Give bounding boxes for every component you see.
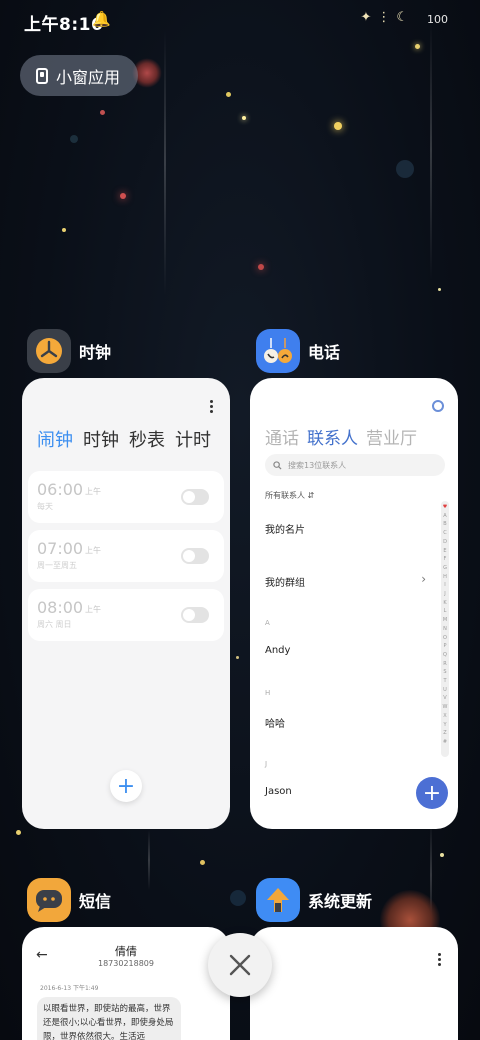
app-header-update[interactable]: 系统更新 bbox=[256, 878, 372, 922]
contact-filter-label: 所有联系人 bbox=[265, 491, 305, 500]
my-groups-item[interactable]: 我的群组 bbox=[265, 574, 305, 589]
app-name-phone: 电话 bbox=[308, 343, 341, 362]
alarm-toggle[interactable] bbox=[181, 548, 209, 564]
message-bubble[interactable]: 以眼看世界，即使站的最高，世界还是很小;以心看世界，即使身处局限，世界依然很大。… bbox=[37, 997, 181, 1040]
app-name-update: 系统更新 bbox=[308, 892, 373, 911]
favorites-heart-icon: ♥ bbox=[442, 504, 448, 510]
floating-window-button[interactable]: 小窗应用 bbox=[20, 55, 138, 96]
tab-service-hall[interactable]: 营业厅 bbox=[366, 424, 417, 449]
status-icons: ✦⋮☾ bbox=[360, 10, 414, 25]
search-placeholder: 搜索13位联系人 bbox=[288, 460, 347, 470]
contact-item[interactable]: 哈哈 bbox=[265, 715, 285, 730]
alarm-toggle[interactable] bbox=[181, 607, 209, 623]
contact-item[interactable]: Andy bbox=[265, 645, 290, 656]
app-card-clock[interactable]: 闹钟 时钟 秒表 计时 06:00 上午 每天 07:00 上午 周一至周五 0… bbox=[22, 378, 230, 829]
close-icon bbox=[229, 954, 251, 976]
tab-alarm[interactable]: 闹钟 bbox=[37, 426, 73, 452]
more-menu-icon[interactable] bbox=[438, 953, 442, 968]
settings-icon[interactable] bbox=[432, 400, 444, 412]
app-name-clock: 时钟 bbox=[79, 343, 112, 362]
app-header-phone[interactable]: 电话 bbox=[256, 329, 340, 373]
phone-tabs: 通话 联系人 营业厅 bbox=[265, 424, 417, 449]
app-card-update[interactable] bbox=[250, 927, 458, 1040]
alarm-ampm: 上午 bbox=[85, 546, 101, 555]
alarm-time: 07:00 bbox=[37, 539, 84, 558]
alarm-ampm: 上午 bbox=[85, 605, 101, 614]
contact-item[interactable]: Jason bbox=[265, 786, 292, 797]
alarm-ampm: 上午 bbox=[85, 487, 101, 496]
floating-window-label: 小窗应用 bbox=[56, 67, 121, 87]
add-contact-button[interactable]: + bbox=[416, 777, 448, 809]
conversation-contact-name: 倩倩 bbox=[115, 945, 137, 958]
clock-tabs: 闹钟 时钟 秒表 计时 bbox=[37, 426, 211, 452]
phone-app-icon bbox=[256, 329, 300, 373]
alarm-item[interactable]: 07:00 上午 周一至周五 bbox=[28, 530, 224, 582]
clock-app-icon bbox=[27, 329, 71, 373]
alarm-time: 06:00 bbox=[37, 480, 84, 499]
alarm-repeat: 周一至周五 bbox=[37, 561, 77, 570]
alarm-repeat: 周六 周日 bbox=[37, 620, 72, 629]
contact-filter-dropdown[interactable]: 所有联系人 ⇵ bbox=[265, 490, 314, 501]
app-header-sms[interactable]: 短信 bbox=[27, 878, 111, 922]
chevron-updown-icon: ⇵ bbox=[307, 491, 315, 500]
status-bar: 上午8:16 🔔 ✦⋮☾ 100 bbox=[0, 0, 480, 40]
bell-icon: 🔔 bbox=[92, 10, 111, 28]
window-icon bbox=[36, 67, 48, 84]
update-app-icon bbox=[256, 878, 300, 922]
app-header-clock[interactable]: 时钟 bbox=[27, 329, 111, 373]
alarm-repeat: 每天 bbox=[37, 502, 53, 511]
clear-all-button[interactable] bbox=[208, 933, 272, 997]
section-letter: H bbox=[265, 689, 271, 697]
alphabet-index[interactable]: ♥ AB CD EF GH IJ KL MN OP QR ST UV WX YZ… bbox=[441, 501, 449, 757]
tab-clock[interactable]: 时钟 bbox=[83, 426, 119, 452]
app-name-sms: 短信 bbox=[79, 892, 112, 911]
battery-level: 100 bbox=[427, 13, 448, 26]
tab-calls[interactable]: 通话 bbox=[265, 424, 299, 449]
more-menu-icon[interactable] bbox=[210, 400, 214, 415]
alarm-time: 08:00 bbox=[37, 598, 84, 617]
tab-stopwatch[interactable]: 秒表 bbox=[129, 426, 165, 452]
chevron-right-icon: › bbox=[421, 572, 426, 586]
search-icon bbox=[273, 460, 282, 470]
contact-search-input[interactable]: 搜索13位联系人 bbox=[265, 454, 445, 476]
my-card-item[interactable]: 我的名片 bbox=[265, 521, 305, 536]
tab-contacts[interactable]: 联系人 bbox=[307, 424, 358, 449]
section-letter: A bbox=[265, 619, 270, 627]
add-alarm-button[interactable]: + bbox=[110, 770, 142, 802]
app-card-sms[interactable]: ← 倩倩 18730218809 2016-6-13 下午1:49 以眼看世界，… bbox=[22, 927, 230, 1040]
alarm-toggle[interactable] bbox=[181, 489, 209, 505]
sms-app-icon bbox=[27, 878, 71, 922]
conversation-contact-number: 18730218809 bbox=[98, 959, 154, 968]
app-card-phone[interactable]: 通话 联系人 营业厅 搜索13位联系人 所有联系人 ⇵ 我的名片 我的群组 › … bbox=[250, 378, 458, 829]
section-letter: J bbox=[265, 760, 268, 768]
message-timestamp: 2016-6-13 下午1:49 bbox=[40, 985, 99, 992]
tab-timer[interactable]: 计时 bbox=[175, 426, 211, 452]
alarm-item[interactable]: 06:00 上午 每天 bbox=[28, 471, 224, 523]
alarm-item[interactable]: 08:00 上午 周六 周日 bbox=[28, 589, 224, 641]
